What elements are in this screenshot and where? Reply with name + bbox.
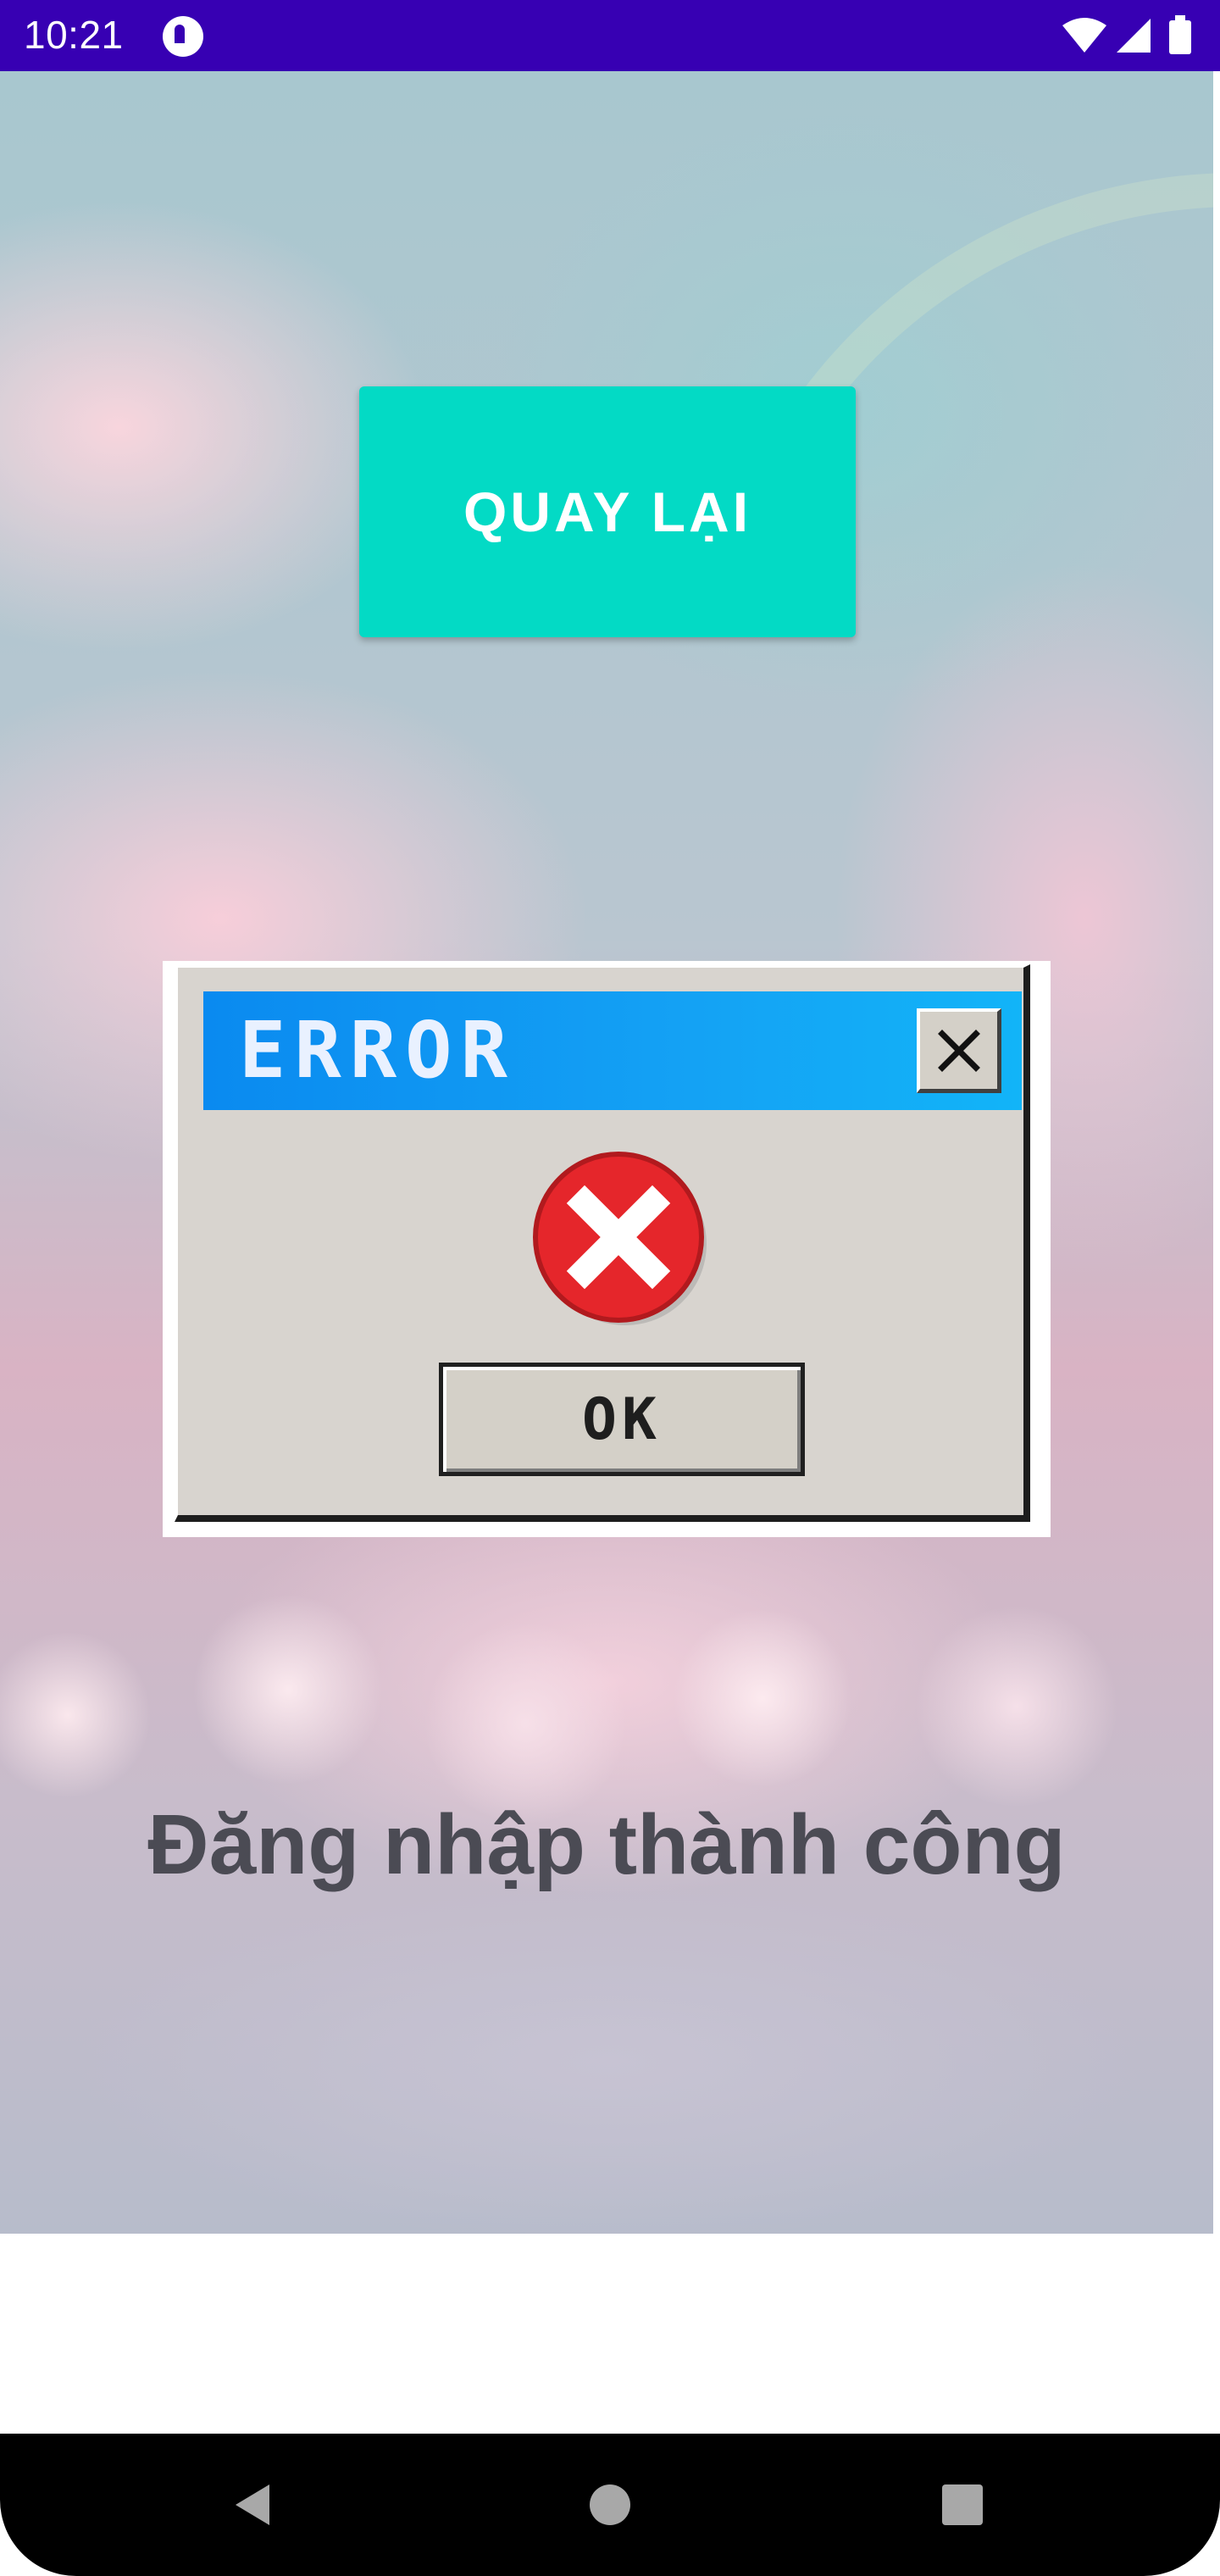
app-notification-icon: [163, 16, 203, 57]
back-triangle-icon[interactable]: [227, 2478, 281, 2532]
success-message: Đăng nhập thành công: [147, 1797, 1066, 1892]
close-icon: [917, 1008, 1001, 1093]
cloud-band-decoration: [0, 1563, 1213, 1834]
error-dialog-image: ERROR OK: [163, 961, 1051, 1537]
error-x-icon: [530, 1149, 708, 1327]
battery-icon: [1169, 15, 1191, 54]
status-bar: 10:21: [0, 0, 1220, 71]
error-title: ERROR: [239, 1005, 516, 1096]
wifi-icon: [1062, 18, 1106, 53]
back-button[interactable]: QUAY LẠI: [359, 386, 856, 637]
signal-icon: [1117, 19, 1151, 53]
status-time: 10:21: [24, 13, 124, 57]
navigation-bar: [0, 2434, 1220, 2576]
home-circle-icon[interactable]: [583, 2478, 637, 2532]
error-dialog-frame: ERROR OK: [175, 964, 1030, 1522]
recents-square-icon[interactable]: [935, 2478, 990, 2532]
status-icons: [1059, 14, 1203, 58]
error-ok-button: OK: [439, 1363, 805, 1476]
error-title-bar: ERROR: [203, 991, 1022, 1110]
